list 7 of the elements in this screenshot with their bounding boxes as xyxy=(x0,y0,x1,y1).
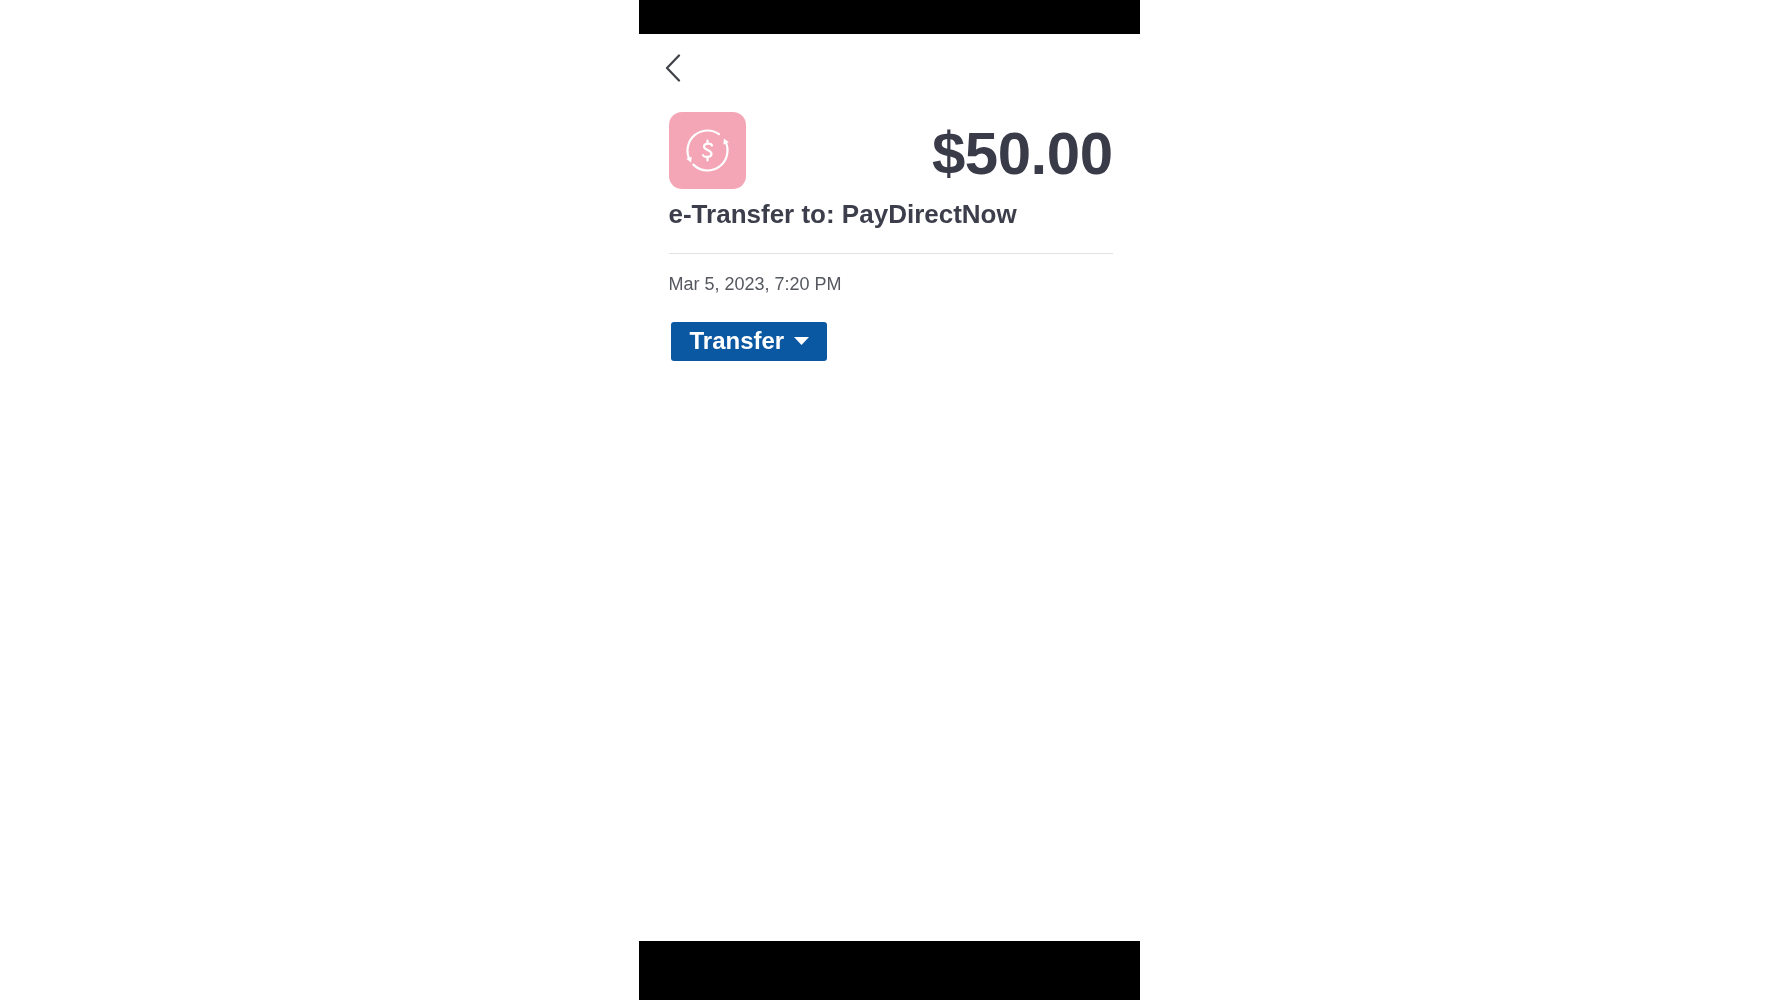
caret-icon xyxy=(794,337,810,346)
amount-text: $50.00 xyxy=(932,124,1113,184)
dollar-cycle-icon xyxy=(668,112,746,189)
category-dropdown[interactable]: Transfer xyxy=(670,321,828,361)
back-icon[interactable] xyxy=(664,54,681,82)
transfer-description: e-Transfer to: PayDirectNow xyxy=(668,199,1018,231)
transaction-date: Mar 5, 2023, 7:20 PM xyxy=(668,274,843,296)
